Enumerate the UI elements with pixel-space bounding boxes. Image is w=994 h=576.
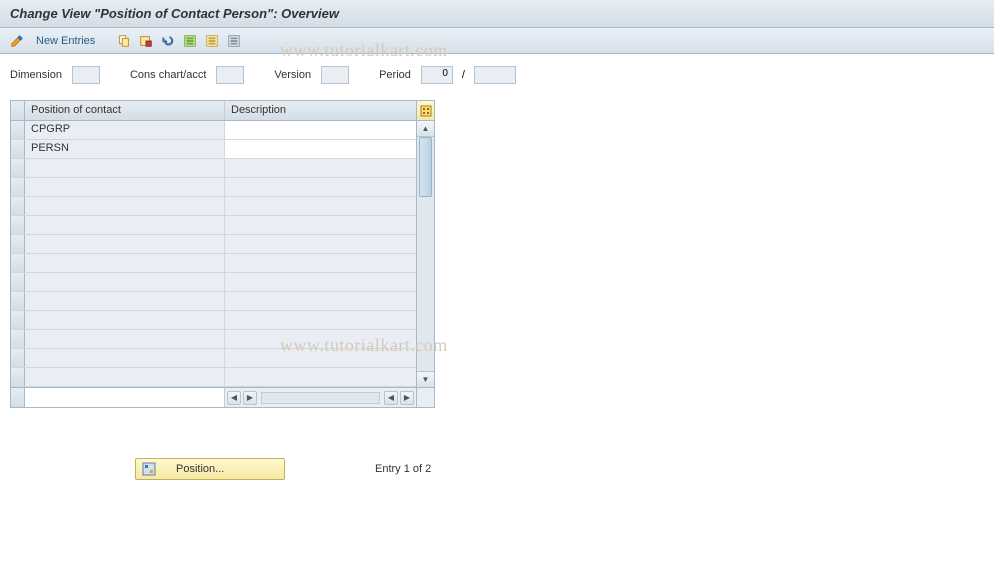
cell-position[interactable] <box>25 178 225 196</box>
table-row-empty <box>11 216 416 235</box>
cell-position[interactable] <box>25 330 225 348</box>
select-block-icon[interactable] <box>203 32 221 50</box>
cons-label: Cons chart/acct <box>130 69 206 81</box>
row-selector[interactable] <box>11 235 25 253</box>
cell-description[interactable] <box>225 349 416 367</box>
version-field[interactable] <box>321 66 349 84</box>
cell-position[interactable] <box>25 349 225 367</box>
data-table: Position of contact Description CPGRPPER… <box>10 100 435 408</box>
scroll-left-step-icon[interactable]: ◀ <box>384 391 398 405</box>
table-row-empty <box>11 330 416 349</box>
scroll-up-icon[interactable]: ▲ <box>417 121 434 137</box>
row-selector[interactable] <box>11 159 25 177</box>
table-row-empty <box>11 349 416 368</box>
entry-count-text: Entry 1 of 2 <box>375 463 431 475</box>
table-row: PERSN <box>11 140 416 159</box>
cell-position[interactable] <box>25 368 225 386</box>
cell-position[interactable] <box>25 292 225 310</box>
table-row-empty <box>11 235 416 254</box>
table-footer-row: ◀ ▶ ◀ ▶ <box>11 387 434 407</box>
row-selector[interactable] <box>11 216 25 234</box>
select-all-header[interactable] <box>11 101 25 120</box>
footer-bar: Position... Entry 1 of 2 <box>0 458 994 480</box>
column-header-position[interactable]: Position of contact <box>25 101 225 120</box>
position-button[interactable]: Position... <box>135 458 285 480</box>
table-row-empty <box>11 273 416 292</box>
copy-icon[interactable] <box>115 32 133 50</box>
cell-description[interactable] <box>225 121 416 139</box>
toolbar: New Entries www.tutorialkart.com <box>0 28 994 54</box>
cell-description[interactable] <box>225 216 416 234</box>
dimension-field[interactable] <box>72 66 100 84</box>
cell-position[interactable]: CPGRP <box>25 121 225 139</box>
cell-position[interactable] <box>25 159 225 177</box>
page-title: Change View "Position of Contact Person"… <box>0 0 994 28</box>
filter-bar: Dimension Cons chart/acct Version Period… <box>0 54 994 92</box>
scroll-right-step-icon[interactable]: ▶ <box>243 391 257 405</box>
select-all-icon[interactable] <box>181 32 199 50</box>
cell-description[interactable] <box>225 140 416 158</box>
cell-position[interactable] <box>25 311 225 329</box>
table-settings-icon[interactable] <box>416 101 434 120</box>
period-label: Period <box>379 69 411 81</box>
h-scroll-track[interactable] <box>261 392 380 404</box>
row-selector[interactable] <box>11 197 25 215</box>
row-selector[interactable] <box>11 292 25 310</box>
table-row-empty <box>11 254 416 273</box>
vertical-scrollbar[interactable]: ▲ ▼ <box>416 121 434 387</box>
table-header-row: Position of contact Description <box>11 101 434 121</box>
cell-description[interactable] <box>225 368 416 386</box>
row-selector[interactable] <box>11 178 25 196</box>
scroll-down-icon[interactable]: ▼ <box>417 371 434 387</box>
delete-icon[interactable] <box>137 32 155 50</box>
period-separator: / <box>459 69 468 81</box>
cell-description[interactable] <box>225 273 416 291</box>
table-row-empty <box>11 292 416 311</box>
column-header-description[interactable]: Description <box>225 101 416 120</box>
table-row-empty <box>11 197 416 216</box>
table-row-empty <box>11 368 416 387</box>
table-row: CPGRP <box>11 121 416 140</box>
cons-field[interactable] <box>216 66 244 84</box>
scroll-left-start-icon[interactable]: ◀ <box>227 391 241 405</box>
row-selector[interactable] <box>11 368 25 386</box>
cell-position[interactable] <box>25 197 225 215</box>
period-field-2[interactable] <box>474 66 516 84</box>
row-selector[interactable] <box>11 254 25 272</box>
cell-description[interactable] <box>225 330 416 348</box>
period-field-1[interactable]: 0 <box>421 66 453 84</box>
table-row-empty <box>11 178 416 197</box>
cell-position[interactable] <box>25 273 225 291</box>
scroll-right-end-icon[interactable]: ▶ <box>400 391 414 405</box>
edit-icon[interactable] <box>8 32 26 50</box>
undo-icon[interactable] <box>159 32 177 50</box>
cell-description[interactable] <box>225 254 416 272</box>
cell-position[interactable] <box>25 216 225 234</box>
scroll-track[interactable] <box>417 137 434 371</box>
cell-description[interactable] <box>225 178 416 196</box>
table-row-empty <box>11 311 416 330</box>
scroll-thumb[interactable] <box>419 137 432 197</box>
footer-selector <box>11 388 25 407</box>
position-button-label: Position... <box>176 463 224 475</box>
row-selector[interactable] <box>11 349 25 367</box>
cell-position[interactable]: PERSN <box>25 140 225 158</box>
cell-description[interactable] <box>225 197 416 215</box>
row-selector[interactable] <box>11 273 25 291</box>
cell-description[interactable] <box>225 159 416 177</box>
deselect-icon[interactable] <box>225 32 243 50</box>
dimension-label: Dimension <box>10 69 62 81</box>
row-selector[interactable] <box>11 311 25 329</box>
cell-position[interactable] <box>25 235 225 253</box>
new-entries-button[interactable]: New Entries <box>30 35 101 47</box>
row-selector[interactable] <box>11 140 25 158</box>
cell-description[interactable] <box>225 292 416 310</box>
row-selector[interactable] <box>11 330 25 348</box>
row-selector[interactable] <box>11 121 25 139</box>
version-label: Version <box>274 69 311 81</box>
cell-description[interactable] <box>225 311 416 329</box>
cell-position[interactable] <box>25 254 225 272</box>
cell-description[interactable] <box>225 235 416 253</box>
table-row-empty <box>11 159 416 178</box>
